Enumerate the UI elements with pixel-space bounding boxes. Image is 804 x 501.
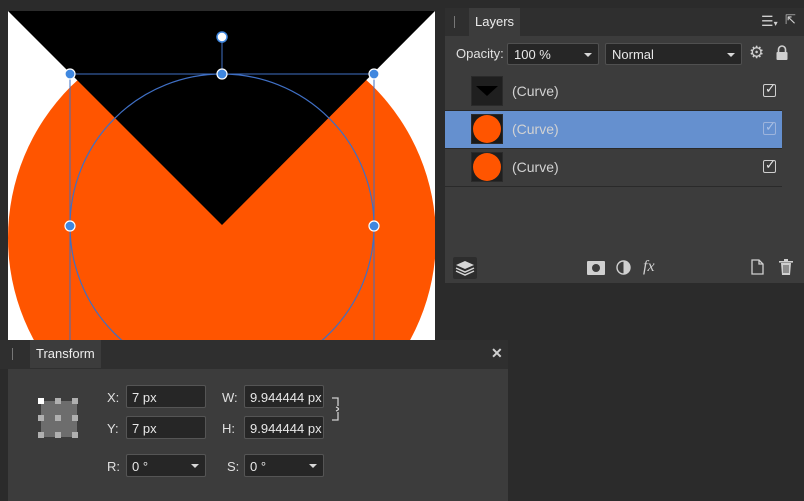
y-label: Y: — [107, 421, 119, 436]
new-layer-icon[interactable] — [751, 259, 764, 278]
transform-tab-bar: Transform ✕ — [0, 340, 508, 369]
layers-panel: Layers ☰▾ ⇱ Opacity: 100 % Normal ⚙ (Cur… — [445, 8, 804, 283]
shear-value: 0 ° — [250, 459, 267, 474]
transform-panel: Transform ✕ X: 7 px Y: 7 px W: 9.944444 … — [0, 340, 508, 501]
x-label: X: — [107, 390, 120, 405]
chevron-down-icon — [309, 464, 317, 468]
tab-layers[interactable]: Layers — [469, 8, 521, 36]
blend-mode-value: Normal — [612, 47, 654, 62]
panel-grip[interactable] — [454, 16, 455, 28]
layer-name: (Curve) — [512, 83, 559, 99]
tab-transform[interactable]: Transform — [30, 340, 101, 368]
anchor-point-selector[interactable] — [38, 398, 78, 438]
opacity-value: 100 % — [514, 47, 551, 62]
r-label: R: — [107, 459, 120, 474]
chevron-down-icon — [584, 53, 592, 57]
layer-name: (Curve) — [512, 159, 559, 175]
h-label: H: — [222, 421, 235, 436]
panel-grip[interactable] — [12, 348, 13, 360]
x-field[interactable]: 7 px — [126, 385, 206, 408]
visibility-checkbox[interactable]: ✓ — [763, 157, 776, 173]
shear-field[interactable]: 0 ° — [244, 454, 324, 477]
y-value: 7 px — [132, 421, 157, 436]
x-value: 7 px — [132, 390, 157, 405]
close-icon[interactable]: ✕ — [491, 345, 503, 362]
h-field[interactable]: 9.944444 px — [244, 416, 324, 439]
fx-icon[interactable]: fx — [643, 258, 655, 276]
w-label: W: — [222, 390, 238, 405]
layers-footer: fx — [445, 254, 804, 283]
tab-label: Layers — [475, 14, 515, 29]
visibility-checkbox[interactable]: ✓ — [763, 81, 776, 97]
gear-icon[interactable]: ⚙ — [749, 43, 764, 63]
rotation-handle[interactable] — [216, 31, 228, 43]
tab-label: Transform — [36, 346, 95, 361]
h-value: 9.944444 px — [250, 421, 322, 436]
opacity-row: Opacity: 100 % Normal ⚙ — [445, 41, 804, 69]
layers-tab-bar: Layers ☰▾ ⇱ — [445, 8, 804, 36]
handle-middle-left[interactable] — [64, 220, 76, 232]
rotation-value: 0 ° — [132, 459, 149, 474]
w-value: 9.944444 px — [250, 390, 322, 405]
adjustment-icon[interactable] — [616, 260, 631, 278]
handle-top-left[interactable] — [64, 68, 76, 80]
visibility-checkbox[interactable]: ✓ — [763, 119, 776, 135]
document-canvas[interactable] — [8, 11, 435, 341]
chevron-down-icon — [727, 53, 735, 57]
mask-icon[interactable] — [587, 261, 605, 278]
lock-icon[interactable] — [775, 45, 789, 64]
blend-mode-select[interactable]: Normal — [605, 43, 742, 65]
trash-icon[interactable] — [779, 259, 793, 278]
layer-row[interactable]: (Curve) ✓ — [445, 149, 782, 187]
layer-thumbnail — [471, 152, 503, 182]
layer-row[interactable]: (Curve) ✓ — [445, 73, 782, 111]
layers-stack-icon[interactable] — [453, 257, 477, 279]
link-aspect-icon[interactable] — [330, 394, 342, 427]
y-field[interactable]: 7 px — [126, 416, 206, 439]
layer-thumbnail — [471, 114, 503, 144]
layer-row-selected[interactable]: (Curve) ✓ — [445, 111, 782, 149]
handle-middle-right[interactable] — [368, 220, 380, 232]
s-label: S: — [227, 459, 240, 474]
handle-top-right[interactable] — [368, 68, 380, 80]
layer-name: (Curve) — [512, 121, 559, 137]
layer-thumbnail — [471, 76, 503, 106]
opacity-field[interactable]: 100 % — [507, 43, 599, 65]
w-field[interactable]: 9.944444 px — [244, 385, 324, 408]
panel-menu-icon[interactable]: ☰▾ — [761, 13, 778, 30]
panel-collapse-icon[interactable]: ⇱ — [785, 12, 796, 28]
opacity-label: Opacity: — [456, 46, 504, 61]
chevron-down-icon — [191, 464, 199, 468]
handle-top-center[interactable] — [216, 68, 228, 80]
rotation-field[interactable]: 0 ° — [126, 454, 206, 477]
canvas-artwork[interactable] — [8, 11, 435, 341]
